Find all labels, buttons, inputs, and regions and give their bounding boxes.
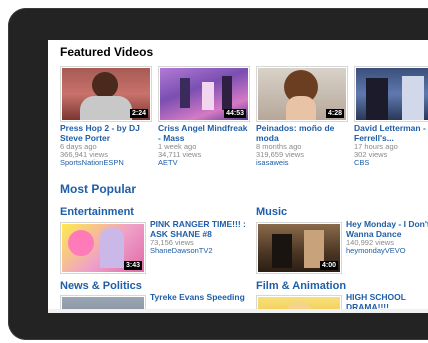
channel-link[interactable]: isasaweis (256, 159, 348, 167)
video-title-link[interactable]: Peinados: moño de moda (256, 123, 348, 143)
video-thumbnail[interactable]: 2:24 (60, 66, 152, 122)
featured-video-card[interactable]: 2:24 Press Hop 2 - by DJ Steve Porter 6 … (60, 66, 152, 167)
duration-badge: 2:24 (129, 109, 148, 118)
category-film-animation[interactable]: Film & Animation (256, 280, 346, 292)
video-thumbnail[interactable]: 4:28 (256, 66, 348, 122)
channel-link[interactable]: SportsNationESPN (60, 159, 152, 167)
video-thumbnail[interactable] (354, 66, 428, 122)
video-title-link[interactable]: Hey Monday - I Don't Wanna Dance (346, 219, 428, 239)
channel-link[interactable]: AETV (158, 159, 250, 167)
duration-badge: 44:53 (224, 109, 246, 118)
channel-link[interactable]: heymondayVEVO (346, 247, 428, 255)
category-news-politics[interactable]: News & Politics (60, 280, 142, 292)
video-title-link[interactable]: David Letterman - Will Ferrell's... (354, 123, 428, 143)
featured-videos-heading: Featured Videos (60, 45, 154, 59)
channel-link[interactable]: ShaneDawsonTV2 (150, 247, 250, 255)
duration-badge: 3:43 (123, 261, 142, 270)
video-title-link[interactable]: PINK RANGER TIME!!! : ASK SHANE #8 (150, 219, 250, 239)
channel-link[interactable]: CBS (354, 159, 428, 167)
featured-video-card[interactable]: David Letterman - Will Ferrell's... 17 h… (354, 66, 428, 167)
duration-badge: 4:28 (325, 109, 344, 118)
video-thumbnail[interactable]: 3:43 (60, 222, 146, 274)
video-thumbnail[interactable]: 44:53 (158, 66, 250, 122)
bottom-edge (48, 309, 428, 313)
most-popular-heading: Most Popular (60, 182, 137, 196)
category-music[interactable]: Music (256, 206, 287, 218)
category-entertainment[interactable]: Entertainment (60, 206, 134, 218)
youtube-screen: Featured Videos 2:24 Press Hop 2 - by DJ… (48, 40, 428, 313)
video-title-link[interactable]: Press Hop 2 - by DJ Steve Porter (60, 123, 152, 143)
duration-badge: 4:00 (319, 261, 338, 270)
featured-video-card[interactable]: 4:28 Peinados: moño de moda 8 months ago… (256, 66, 348, 167)
video-title-link[interactable]: Tyreke Evans Speeding (150, 292, 250, 303)
video-thumbnail[interactable]: 4:00 (256, 222, 342, 274)
featured-video-card[interactable]: 44:53 Criss Angel Mindfreak - Mass 1 wee… (158, 66, 250, 167)
video-title-link[interactable]: Criss Angel Mindfreak - Mass (158, 123, 250, 143)
